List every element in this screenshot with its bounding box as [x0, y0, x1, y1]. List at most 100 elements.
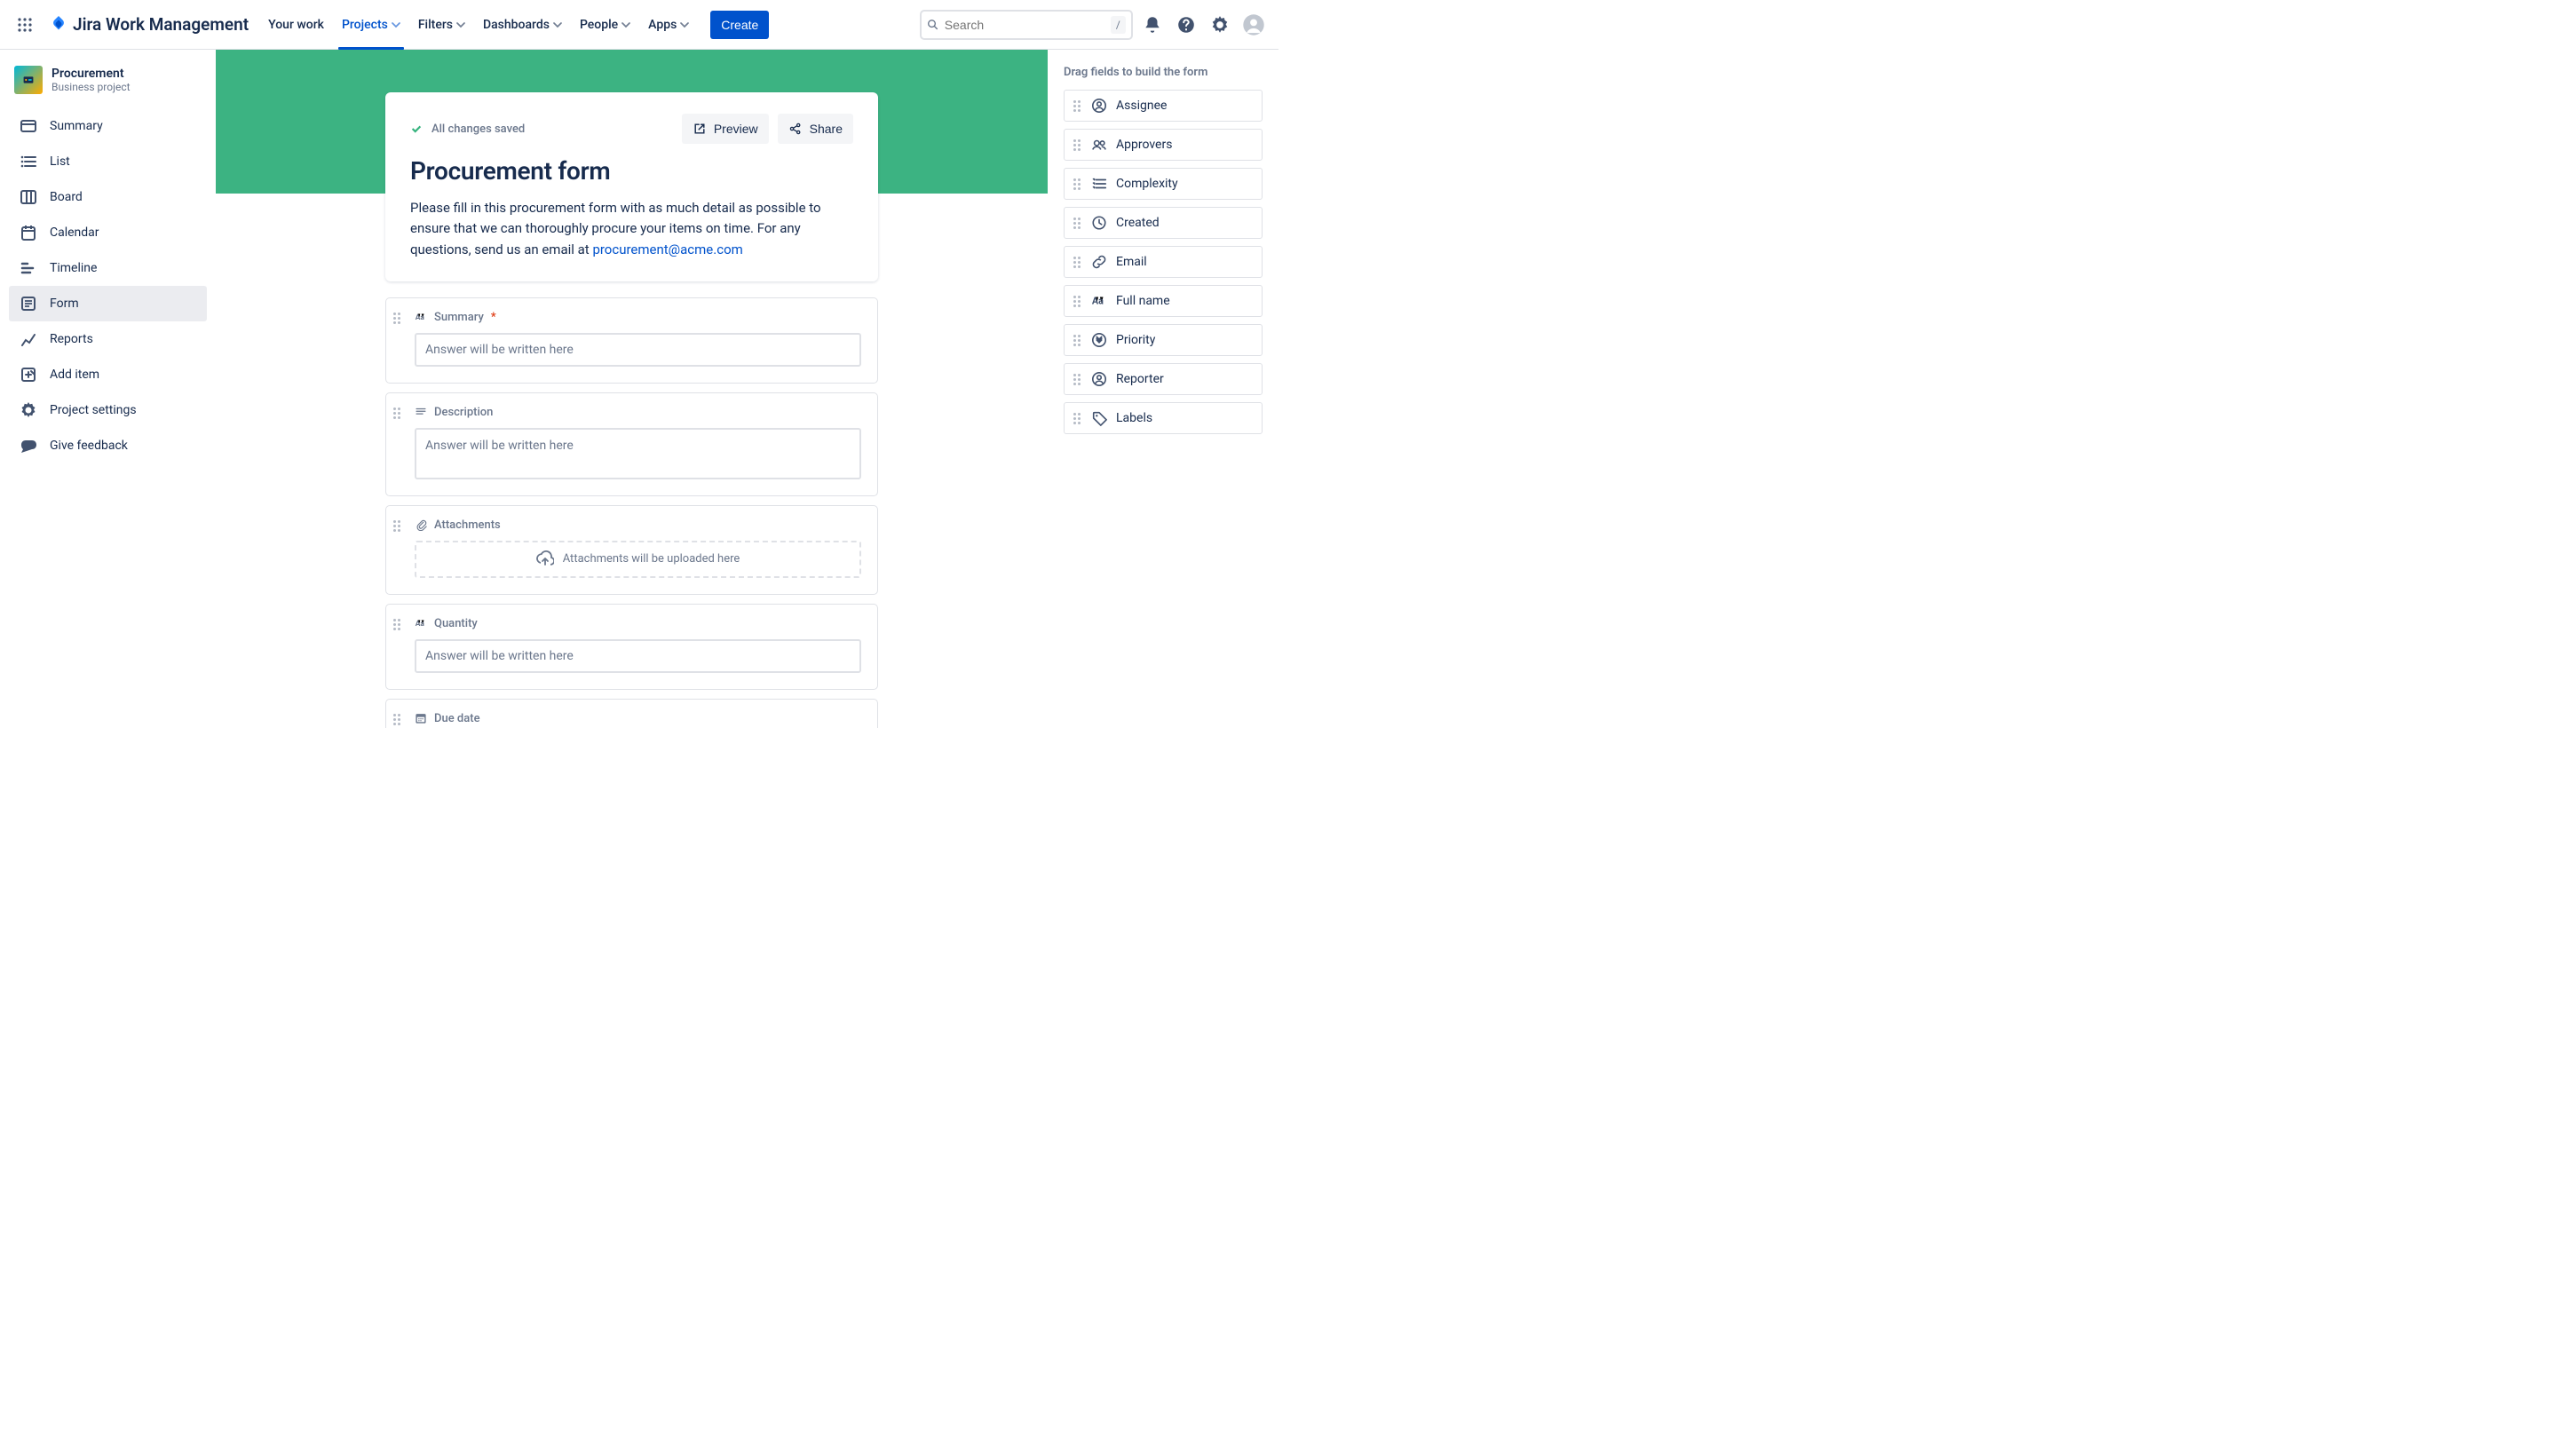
form-description[interactable]: Please fill in this procurement form wit…: [410, 198, 853, 260]
share-icon: [788, 122, 803, 136]
search-box[interactable]: /: [920, 10, 1133, 40]
grid-icon: [17, 17, 33, 33]
palette-field-assignee[interactable]: Assignee: [1064, 90, 1263, 122]
form-title[interactable]: Procurement form: [410, 156, 853, 186]
form-field-summary[interactable]: Summary*Answer will be written here: [385, 297, 878, 384]
create-button[interactable]: Create: [710, 11, 769, 39]
palette-title: Drag fields to build the form: [1064, 66, 1263, 79]
upload-icon: [536, 550, 554, 568]
sidebar-item-calendar[interactable]: Calendar: [9, 215, 207, 250]
drag-handle[interactable]: [393, 313, 402, 324]
help-icon: [1176, 15, 1196, 35]
person-icon: [1091, 371, 1107, 387]
feedback-icon: [20, 437, 37, 455]
search-kbd-hint: /: [1111, 16, 1126, 34]
external-link-icon: [693, 122, 707, 136]
clock-icon: [1091, 215, 1107, 231]
help-button[interactable]: [1172, 11, 1200, 39]
chevron-down-icon: [392, 20, 400, 29]
palette-field-reporter[interactable]: Reporter: [1064, 363, 1263, 395]
drag-handle[interactable]: [1073, 257, 1082, 268]
link-icon: [1091, 254, 1107, 270]
drag-handle[interactable]: [1073, 296, 1082, 307]
nav-item-people[interactable]: People: [571, 0, 639, 50]
brand-name: Jira Work Management: [73, 14, 249, 35]
drag-handle[interactable]: [1073, 100, 1082, 112]
nav-item-filters[interactable]: Filters: [409, 0, 474, 50]
sidebar-item-timeline[interactable]: Timeline: [9, 250, 207, 286]
search-icon: [927, 18, 939, 32]
bell-icon: [1143, 15, 1162, 35]
field-label: Due date: [402, 712, 861, 725]
drag-handle[interactable]: [1073, 335, 1082, 346]
drag-handle[interactable]: [393, 619, 402, 630]
chevron-down-icon: [621, 20, 630, 29]
palette-field-created[interactable]: Created: [1064, 207, 1263, 239]
field-label: Quantity: [402, 617, 861, 630]
drag-handle[interactable]: [1073, 374, 1082, 385]
nav-item-dashboards[interactable]: Dashboards: [474, 0, 571, 50]
chevron-down-icon: [456, 20, 465, 29]
form-header-card: All changes saved Preview Share Procurem: [385, 92, 878, 281]
sidebar-item-board[interactable]: Board: [9, 179, 207, 215]
project-type: Business project: [51, 81, 131, 93]
chevron-down-icon: [553, 20, 562, 29]
form-field-quantity[interactable]: Quantity Answer will be written here: [385, 604, 878, 690]
palette-field-approvers[interactable]: Approvers: [1064, 129, 1263, 161]
priority-icon: [1091, 332, 1107, 348]
sidebar-item-list[interactable]: List: [9, 144, 207, 179]
drag-handle[interactable]: [1073, 139, 1082, 151]
nav-item-your-work[interactable]: Your work: [259, 0, 333, 50]
notifications-button[interactable]: [1138, 11, 1167, 39]
text-icon: [1091, 293, 1107, 309]
sidebar-item-summary[interactable]: Summary: [9, 108, 207, 144]
drag-handle[interactable]: [1073, 413, 1082, 424]
preview-button[interactable]: Preview: [682, 114, 769, 144]
attachment-dropzone[interactable]: Attachments will be uploaded here: [415, 541, 861, 578]
text-icon: [415, 617, 427, 629]
nav-item-apps[interactable]: Apps: [639, 0, 698, 50]
gear-icon: [20, 401, 37, 419]
profile-button[interactable]: [1239, 11, 1268, 39]
palette-field-priority[interactable]: Priority: [1064, 324, 1263, 356]
check-icon: [410, 123, 423, 135]
date-icon: [415, 712, 427, 724]
chevron-down-icon: [680, 20, 689, 29]
form-field-attachments[interactable]: AttachmentsAttachments will be uploaded …: [385, 505, 878, 595]
drag-handle[interactable]: [393, 408, 402, 419]
palette-field-full-name[interactable]: Full name: [1064, 285, 1263, 317]
board-icon: [20, 188, 37, 206]
palette-field-complexity[interactable]: Complexity: [1064, 168, 1263, 200]
drag-handle[interactable]: [393, 520, 402, 532]
palette-field-labels[interactable]: Labels: [1064, 402, 1263, 434]
drag-handle[interactable]: [393, 714, 402, 725]
listnum-icon: [1091, 176, 1107, 192]
sidebar-item-give-feedback[interactable]: Give feedback: [9, 428, 207, 463]
settings-button[interactable]: [1206, 11, 1234, 39]
project-header[interactable]: Procurement Business project: [9, 62, 207, 108]
palette-field-email[interactable]: Email: [1064, 246, 1263, 278]
form-description-email-link[interactable]: procurement@acme.com: [592, 241, 742, 257]
field-input[interactable]: Answer will be written here: [415, 639, 861, 673]
share-button[interactable]: Share: [778, 114, 853, 144]
field-input[interactable]: Answer will be written here: [415, 333, 861, 367]
field-palette: Drag fields to build the form Assignee Ap…: [1048, 50, 1278, 728]
form-icon: [20, 295, 37, 313]
drag-handle[interactable]: [1073, 218, 1082, 229]
sidebar-item-add-item[interactable]: Add item: [9, 357, 207, 392]
sidebar-item-form[interactable]: Form: [9, 286, 207, 321]
sidebar-item-reports[interactable]: Reports: [9, 321, 207, 357]
tag-icon: [1091, 410, 1107, 426]
app-switcher[interactable]: [11, 11, 39, 39]
project-sidebar: Procurement Business project SummaryList…: [0, 50, 216, 728]
nav-item-projects[interactable]: Projects: [333, 0, 409, 50]
list-icon: [20, 153, 37, 170]
form-field-description[interactable]: DescriptionAnswer will be written here: [385, 392, 878, 496]
sidebar-item-project-settings[interactable]: Project settings: [9, 392, 207, 428]
search-input[interactable]: [939, 18, 1111, 32]
field-textarea[interactable]: Answer will be written here: [415, 428, 861, 479]
drag-handle[interactable]: [1073, 178, 1082, 190]
project-name: Procurement: [51, 67, 131, 81]
product-logo[interactable]: Jira Work Management: [43, 14, 256, 35]
form-field-due-date[interactable]: Due dateAnswer will be written here: [385, 699, 878, 728]
